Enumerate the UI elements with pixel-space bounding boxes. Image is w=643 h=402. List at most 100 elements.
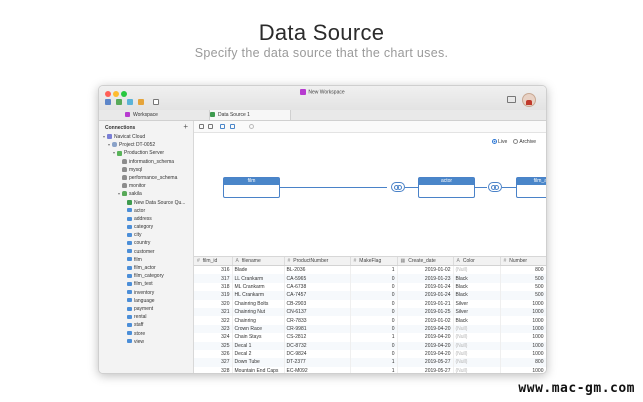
table-cell[interactable]: 0 xyxy=(350,282,398,292)
table-cell[interactable]: 1 xyxy=(350,358,398,367)
table-row[interactable]: 320 Chainring Bolts CB-2903 0 2019-01-21 Silv… xyxy=(194,299,546,308)
table-cell[interactable]: 0 xyxy=(350,316,398,325)
tab-data-source-1[interactable]: Data Source 1 xyxy=(209,110,291,120)
new-datasource-icon[interactable] xyxy=(116,99,122,105)
table-cell[interactable]: CA-5965 xyxy=(284,274,351,283)
tab-workspace[interactable]: Workspace xyxy=(125,110,185,120)
table-cell[interactable]: CR-7833 xyxy=(284,316,351,325)
toggle-panel-icon[interactable] xyxy=(507,96,516,103)
table-cell[interactable]: 500 xyxy=(500,274,546,283)
table-cell[interactable]: 318 xyxy=(194,282,233,292)
table-cell[interactable]: CN-6137 xyxy=(284,307,351,317)
sidebar-item-project-dt-0052[interactable]: ▾ Project DT-0052 xyxy=(99,141,193,149)
join-icon[interactable] xyxy=(230,124,235,129)
mode-archive[interactable]: Archive xyxy=(513,139,536,145)
table-cell[interactable]: 2019-04-20 xyxy=(397,341,454,350)
sidebar-item-film-category[interactable]: film_category xyxy=(99,272,193,280)
table-cell[interactable]: 321 xyxy=(194,307,233,317)
table-row[interactable]: 318 ML Crankarm CA-6738 0 2019-01-24 Black 500 xyxy=(194,282,546,292)
sidebar-item-monitor[interactable]: monitor xyxy=(99,182,193,190)
sidebar-item-city[interactable]: city xyxy=(99,231,193,239)
table-cell[interactable]: 1000 xyxy=(500,349,546,359)
table-cell[interactable]: 320 xyxy=(194,299,233,308)
table-cell[interactable]: (Null) xyxy=(453,324,501,334)
sidebar-item-sakila[interactable]: ▾ sakila xyxy=(99,190,193,198)
table-cell[interactable]: 1000 xyxy=(500,366,546,373)
node-film-actor[interactable]: film_actor xyxy=(516,177,546,198)
table-cell[interactable]: 327 xyxy=(194,358,233,367)
table-cell[interactable]: LL Crankarm xyxy=(232,274,285,283)
sidebar-item-new-data-source-qu[interactable]: New Data Source Qu... xyxy=(99,199,193,207)
table-cell[interactable]: 1000 xyxy=(500,324,546,334)
table-cell[interactable]: 325 xyxy=(194,341,233,350)
table-cell[interactable]: 2019-01-02 xyxy=(397,265,454,275)
table-cell[interactable]: Black xyxy=(453,316,501,325)
sidebar-item-customer[interactable]: customer xyxy=(99,248,193,256)
add-table-icon[interactable] xyxy=(220,124,225,129)
sidebar-item-category[interactable]: category xyxy=(99,223,193,231)
sidebar-item-information-schema[interactable]: information_schema xyxy=(99,158,193,166)
table-cell[interactable]: 2019-01-02 xyxy=(397,316,454,325)
table-cell[interactable]: 1 xyxy=(350,265,398,275)
table-cell[interactable]: 1000 xyxy=(500,341,546,350)
table-cell[interactable]: 2019-04-20 xyxy=(397,349,454,359)
table-cell[interactable]: 0 xyxy=(350,299,398,308)
sort-icon[interactable] xyxy=(208,124,213,129)
column-header[interactable]: # ProductNumber xyxy=(284,257,351,266)
table-cell[interactable]: 1000 xyxy=(500,333,546,342)
column-header[interactable]: Afilename xyxy=(232,257,285,266)
copy-icon[interactable] xyxy=(153,99,159,105)
live-radio-icon[interactable] xyxy=(492,139,498,145)
table-row[interactable]: 327 Down Tube DT-2377 1 2019-05-27 (Null) 800 xyxy=(194,358,546,367)
table-row[interactable]: 326 Decal 2 DC-9824 0 2019-04-20 (Null) 1000 xyxy=(194,349,546,359)
table-cell[interactable]: 0 xyxy=(350,274,398,283)
sidebar-item-rental[interactable]: rental xyxy=(99,313,193,321)
sidebar-item-store[interactable]: store xyxy=(99,330,193,338)
filter-icon[interactable] xyxy=(199,124,204,129)
new-connection-icon[interactable] xyxy=(105,99,111,105)
sidebar-item-actor[interactable]: actor xyxy=(99,207,193,215)
table-cell[interactable]: DC-9824 xyxy=(284,349,351,359)
table-row[interactable]: 323 Crown Race CR-9981 0 2019-04-20 (Null) 100… xyxy=(194,324,546,334)
table-row[interactable]: 316 Blade BL-2036 1 2019-01-02 (Null) 800 xyxy=(194,265,546,275)
sidebar-item-payment[interactable]: payment xyxy=(99,305,193,313)
table-cell[interactable]: (Null) xyxy=(453,265,501,275)
table-cell[interactable]: Chainring xyxy=(232,316,285,325)
table-cell[interactable]: Chainring Bolts xyxy=(232,299,285,308)
user-avatar[interactable] xyxy=(522,93,536,107)
table-cell[interactable]: CS-2812 xyxy=(284,333,351,342)
column-header[interactable]: # MakeFlag xyxy=(350,257,398,266)
table-cell[interactable]: 319 xyxy=(194,291,233,300)
table-cell[interactable]: Crown Race xyxy=(232,324,285,334)
mode-live[interactable]: Live xyxy=(492,139,507,145)
table-row[interactable]: 319 HL Crankarm CA-7457 0 2019-01-24 Black 500 xyxy=(194,291,546,300)
sidebar-item-navicat-cloud[interactable]: ▾ Navicat Cloud xyxy=(99,133,193,141)
table-cell[interactable]: 2019-05-27 xyxy=(397,366,454,373)
table-cell[interactable]: 2019-01-24 xyxy=(397,282,454,292)
table-cell[interactable]: DT-2377 xyxy=(284,358,351,367)
table-cell[interactable]: 1000 xyxy=(500,316,546,325)
sidebar-item-address[interactable]: address xyxy=(99,215,193,223)
table-cell[interactable]: 2019-04-20 xyxy=(397,324,454,334)
table-cell[interactable]: 2019-05-27 xyxy=(397,358,454,367)
table-cell[interactable]: Decal 2 xyxy=(232,349,285,359)
table-cell[interactable]: 0 xyxy=(350,291,398,300)
table-cell[interactable]: 0 xyxy=(350,341,398,350)
table-cell[interactable]: (Null) xyxy=(453,349,501,359)
table-cell[interactable]: Black xyxy=(453,274,501,283)
table-cell[interactable]: ML Crankarm xyxy=(232,282,285,292)
archive-radio-icon[interactable] xyxy=(513,139,519,145)
sidebar-item-performance-schema[interactable]: performance_schema xyxy=(99,174,193,182)
sidebar-item-staff[interactable]: staff xyxy=(99,321,193,329)
table-cell[interactable]: CA-6738 xyxy=(284,282,351,292)
table-cell[interactable]: 322 xyxy=(194,316,233,325)
table-cell[interactable]: Silver xyxy=(453,307,501,317)
inner-join-icon[interactable] xyxy=(391,182,405,192)
table-cell[interactable]: 317 xyxy=(194,274,233,283)
table-row[interactable]: 328 Mountain End Caps EC-M092 1 2019-05-27 (N… xyxy=(194,366,546,373)
table-cell[interactable]: 800 xyxy=(500,358,546,367)
table-cell[interactable]: (Null) xyxy=(453,358,501,367)
table-cell[interactable]: Silver xyxy=(453,299,501,308)
sidebar-item-view[interactable]: view xyxy=(99,338,193,346)
table-cell[interactable]: 316 xyxy=(194,265,233,275)
